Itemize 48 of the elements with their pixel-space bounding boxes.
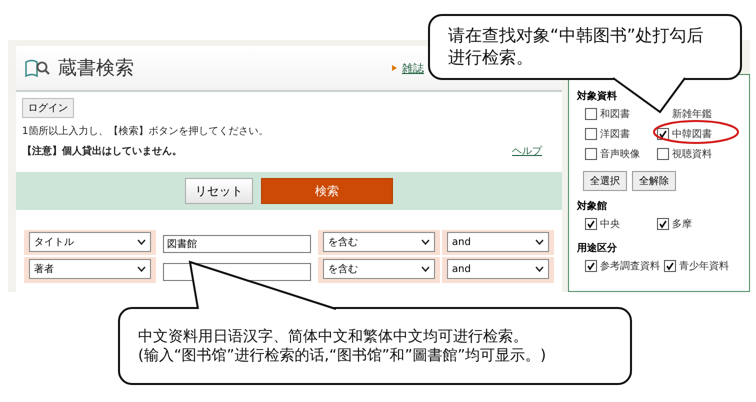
- checkbox-label: 中韓図書: [672, 128, 712, 141]
- chevron-icon: [137, 239, 146, 245]
- callout-text: 中文资料用日语汉字、简体中文和繁体中文均可进行检索。 (输入“图书馆”进行检索的话,“图书馆”和”圖書館”均可显示。): [138, 326, 546, 366]
- chevron-icon: [137, 266, 146, 272]
- magazine-link[interactable]: 雑誌: [392, 60, 424, 76]
- checkbox-label: 青少年資料: [679, 260, 729, 273]
- checkbox-label: 中央: [600, 218, 620, 231]
- checkbox-label: 音声映像: [600, 148, 640, 161]
- field-select[interactable]: タイトル: [29, 232, 151, 252]
- checkbox[interactable]: [657, 218, 669, 230]
- checkbox-label: 洋図書: [600, 128, 630, 141]
- bullet-icon: [392, 65, 397, 71]
- checkbox-label: 参考調査資料: [600, 260, 660, 273]
- help-link[interactable]: ヘルプ: [512, 144, 542, 158]
- section-title: 用途区分: [577, 242, 618, 255]
- operator-select[interactable]: and: [447, 232, 549, 252]
- keyword-input[interactable]: 図書館: [163, 235, 311, 253]
- page-title: 蔵書検索: [58, 56, 134, 81]
- callout-text: 请在查找对象“中韩图书”处打勾后进行检索。: [448, 24, 705, 70]
- checkbox[interactable]: [585, 128, 597, 140]
- section-title: 対象資料: [577, 89, 618, 103]
- checkbox[interactable]: [585, 260, 597, 272]
- reset-button[interactable]: リセット: [185, 178, 253, 204]
- instruction-text: 1箇所以上入力し、【検索】ボタンを押してください。: [22, 124, 270, 138]
- checkbox[interactable]: [585, 218, 597, 230]
- field-select[interactable]: 著者: [29, 259, 151, 279]
- match-select[interactable]: を含む: [323, 259, 435, 279]
- checkbox-label: 新雑年鑑: [672, 108, 712, 121]
- section-title: 対象館: [577, 199, 608, 213]
- checkbox-label: 視聴資料: [672, 148, 712, 161]
- chevron-icon: [421, 239, 430, 245]
- checkbox[interactable]: [664, 260, 676, 272]
- chevron-icon: [535, 239, 544, 245]
- checkbox[interactable]: [657, 148, 669, 160]
- checkbox-label: 和図書: [600, 108, 630, 121]
- select-all-button[interactable]: 全解除: [632, 171, 676, 191]
- chevron-icon: [421, 266, 430, 272]
- search-button[interactable]: 検索: [261, 178, 393, 204]
- notice-text: 【注意】個人貸出はしていません。: [22, 144, 182, 158]
- login-button[interactable]: ログイン: [22, 98, 74, 118]
- match-select[interactable]: を含む: [323, 232, 435, 252]
- checkbox[interactable]: [585, 108, 597, 120]
- checkbox[interactable]: [585, 148, 597, 160]
- checkbox-label: 多摩: [672, 218, 692, 231]
- book-search-icon: [24, 58, 52, 78]
- chevron-icon: [535, 266, 544, 272]
- operator-select[interactable]: and: [447, 259, 549, 279]
- select-all-button[interactable]: 全選択: [583, 171, 627, 191]
